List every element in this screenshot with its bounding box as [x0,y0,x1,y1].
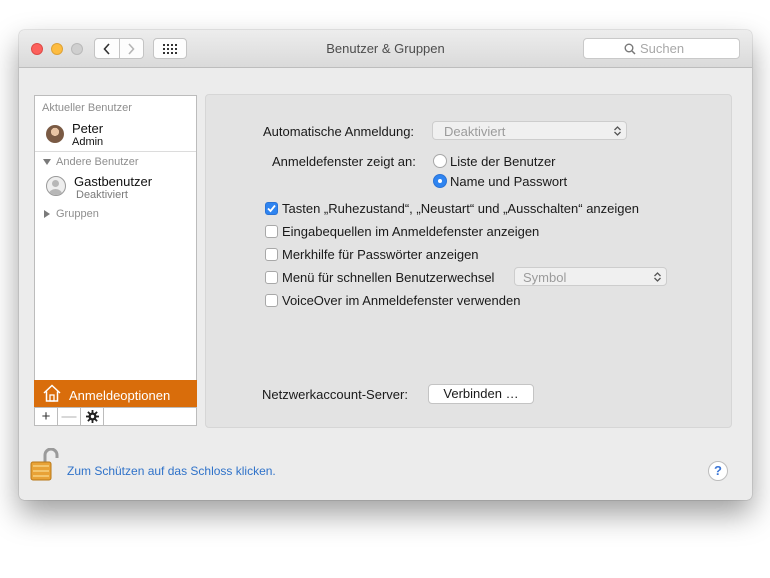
disclosure-down-icon[interactable] [43,159,51,165]
checkbox-power-buttons-label[interactable]: Tasten „Ruhezustand“, „Neustart“ und „Au… [282,201,639,216]
sidebar-toolbar: + — [34,407,197,426]
gear-icon [85,410,99,423]
divider [35,151,196,152]
search-icon [624,43,636,55]
login-options-label: Anmeldeoptionen [69,388,171,403]
show-all-button[interactable] [153,38,187,59]
avatar [46,125,64,143]
search-placeholder: Suchen [640,41,685,56]
preferences-window: Benutzer & Gruppen Suchen Aktueller Benu… [19,30,752,500]
radio-user-list-label[interactable]: Liste der Benutzer [450,154,556,169]
radio-name-password-label[interactable]: Name und Passwort [450,174,567,189]
title-bar: Benutzer & Gruppen Suchen [19,30,752,68]
remove-user-button[interactable]: — [58,408,81,425]
current-user-header: Aktueller Benutzer [42,102,132,114]
unlocked-lock-icon[interactable] [29,448,59,482]
help-button[interactable]: ? [708,461,728,481]
fast-switch-style-popup[interactable]: Symbol [514,267,667,286]
other-users-header: Andere Benutzer [56,156,139,168]
guest-name: Gastbenutzer [74,174,153,189]
users-sidebar: Aktueller Benutzer Peter Admin Andere Be… [34,95,197,426]
zoom-button[interactable] [71,43,83,55]
action-menu-button[interactable] [81,408,104,425]
checkbox-voiceover-label[interactable]: VoiceOver im Anmeldefenster verwenden [282,293,520,308]
login-options-panel: Automatische Anmeldung: Deaktiviert Anme… [205,94,732,428]
add-user-button[interactable]: + [35,408,58,425]
updown-arrows-icon [614,126,621,136]
display-label: Anmeldefenster zeigt an: [272,154,416,169]
checkbox-power-buttons[interactable] [265,202,278,215]
grid-icon [163,43,177,54]
window-title: Benutzer & Gruppen [326,41,445,56]
chevron-right-icon [128,42,135,55]
back-button[interactable] [95,39,119,58]
user-name: Peter [72,121,104,136]
search-field[interactable]: Suchen [583,38,740,59]
guest-status: Deaktiviert [76,189,128,201]
fast-switch-style-value: Symbol [523,270,567,285]
groups-header[interactable]: Gruppen [56,208,99,220]
checkbox-fast-user-switching[interactable] [265,271,278,284]
lock-hint-link[interactable]: Zum Schützen auf das Schloss klicken. [67,464,276,478]
navigation-buttons [94,38,144,59]
disclosure-right-icon[interactable] [44,210,50,218]
auto-login-popup[interactable]: Deaktiviert [432,121,627,140]
auto-login-value: Deaktiviert [444,124,506,139]
user-role: Admin [72,136,104,148]
checkbox-voiceover[interactable] [265,294,278,307]
checkbox-password-hints[interactable] [265,248,278,261]
guest-avatar-icon [46,176,66,196]
close-button[interactable] [31,43,43,55]
checkbox-input-sources[interactable] [265,225,278,238]
checkmark-icon [267,204,276,213]
chevron-left-icon [103,42,110,55]
login-options-item[interactable]: Anmeldeoptionen [34,380,197,407]
updown-arrows-icon [654,272,661,282]
radio-name-password[interactable] [433,174,447,188]
network-server-label: Netzwerkaccount-Server: [262,387,408,402]
auto-login-label: Automatische Anmeldung: [263,124,415,139]
checkbox-input-sources-label[interactable]: Eingabequellen im Anmeldefenster anzeige… [282,224,539,239]
connect-button[interactable]: Verbinden … [428,384,534,404]
checkbox-password-hints-label[interactable]: Merkhilfe für Passwörter anzeigen [282,247,479,262]
minimize-button[interactable] [51,43,63,55]
forward-button[interactable] [118,39,144,58]
house-icon [43,384,61,402]
checkbox-fast-user-switching-label[interactable]: Menü für schnellen Benutzerwechsel [282,270,494,285]
radio-user-list[interactable] [433,154,447,168]
